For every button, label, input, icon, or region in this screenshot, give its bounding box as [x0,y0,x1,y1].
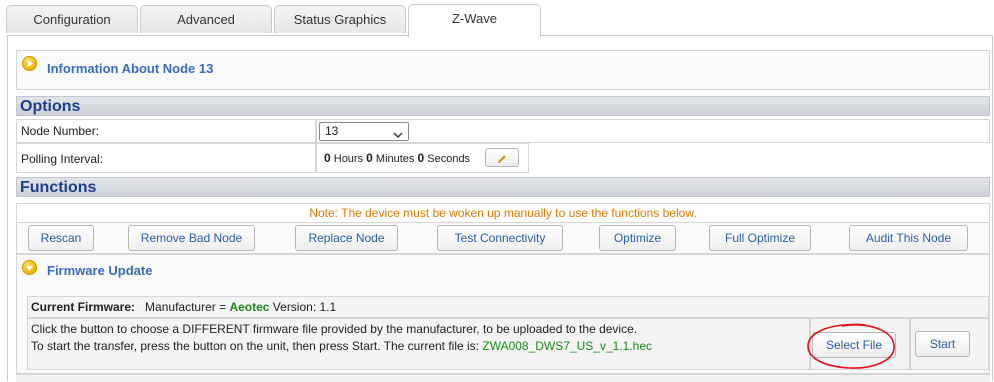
polling-interval-label: Polling Interval: [21,152,104,166]
instruction-line-2: To start the transfer, press the button … [31,338,652,355]
red-annotation-circle [807,323,895,369]
functions-note: Note: The device must be woken up manual… [309,206,697,220]
play-circle-icon[interactable] [22,56,37,71]
replace-node-button[interactable]: Replace Node [295,225,398,251]
node-number-label: Node Number: [21,124,100,138]
info-section-title[interactable]: Information About Node 13 [47,61,213,76]
current-firmware-info: Current Firmware: Manufacturer = Aeotec … [31,300,336,314]
start-button[interactable]: Start [915,331,970,357]
rescan-button[interactable]: Rescan [28,225,94,251]
chevron-down-icon [393,127,403,144]
instruction-line-2-text: To start the transfer, press the button … [31,339,480,353]
current-firmware-file: ZWA008_DWS7_US_v_1.1.hec [482,339,652,353]
seconds-value: 0 [417,151,425,165]
manufacturer-name: Aeotec [229,300,270,314]
seconds-label: Seconds [427,153,471,165]
hours-label: Hours [333,153,364,165]
audit-this-node-button[interactable]: Audit This Node [849,225,968,251]
options-header: Options [16,96,990,116]
play-circle-down-icon[interactable] [22,260,37,275]
full-optimize-button[interactable]: Full Optimize [709,225,811,251]
current-firmware-label: Current Firmware: [31,300,136,314]
minutes-value: 0 [366,151,373,165]
edit-polling-button[interactable] [485,148,519,167]
tab-advanced[interactable]: Advanced [140,5,272,33]
optimize-button[interactable]: Optimize [599,225,676,251]
hours-value: 0 [324,151,331,165]
manufacturer-prefix: Manufacturer = [145,300,227,314]
test-connectivity-button[interactable]: Test Connectivity [437,225,563,251]
node-number-select[interactable]: 13 [319,122,409,141]
tab-z-wave[interactable]: Z-Wave [408,4,541,37]
tab-status-graphics[interactable]: Status Graphics [274,5,406,33]
functions-header: Functions [16,177,990,197]
firmware-section-title[interactable]: Firmware Update [47,263,152,278]
polling-interval-readout: 0 Hours 0 Minutes 0 Seconds [324,151,470,165]
tab-bar: Configuration Advanced Status Graphics Z… [0,0,994,37]
node-number-value: 13 [325,124,339,138]
remove-bad-node-button[interactable]: Remove Bad Node [128,225,255,251]
firmware-instructions: Click the button to choose a DIFFERENT f… [31,321,652,355]
minutes-label: Minutes [375,153,415,165]
node-number-value-cell [316,119,990,143]
pencil-icon [496,154,508,168]
instruction-line-1: Click the button to choose a DIFFERENT f… [31,322,638,336]
tab-configuration[interactable]: Configuration [6,5,138,33]
firmware-version: Version: 1.1 [272,300,337,314]
